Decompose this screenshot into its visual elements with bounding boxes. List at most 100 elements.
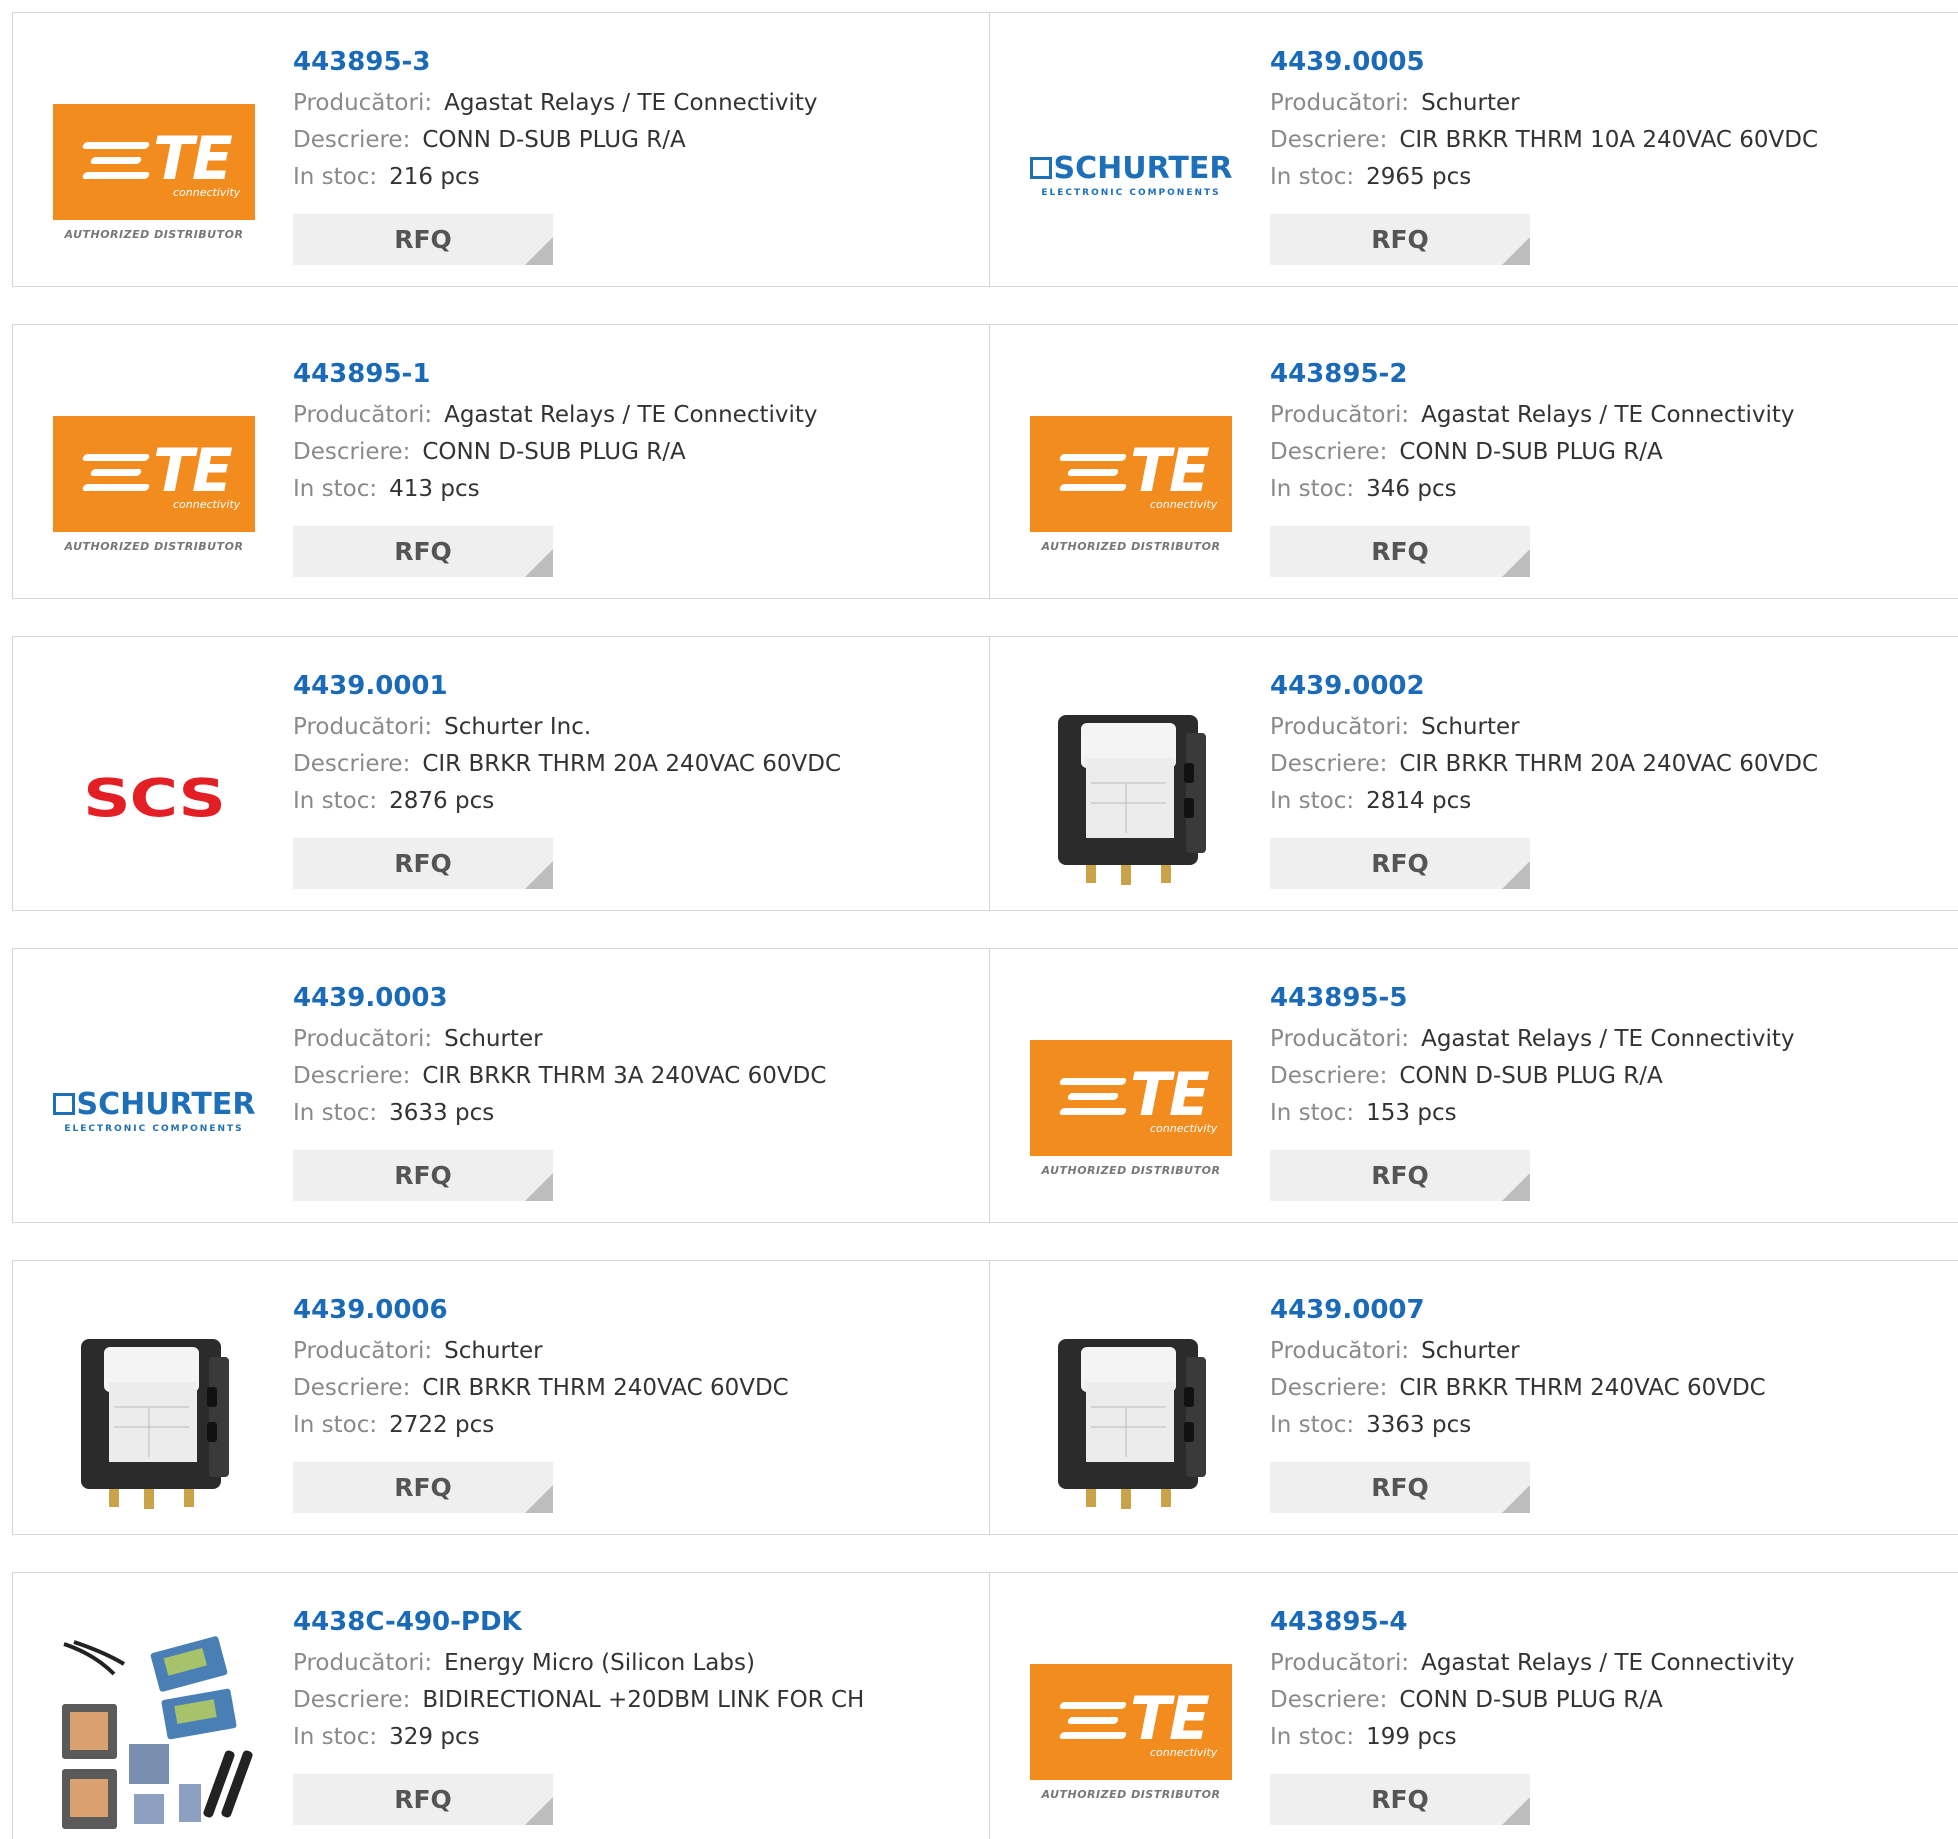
rfq-button[interactable]: RFQ [1270,838,1530,889]
part-number-link[interactable]: 4439.0002 [1270,669,1947,709]
stock-row: In stoc: 3363 pcs [1270,1407,1947,1444]
product-image[interactable] [1030,1321,1232,1523]
manufacturer-value: Agastat Relays / TE Connectivity [1421,1026,1795,1052]
rfq-button[interactable]: RFQ [1270,1462,1530,1513]
product-card: SCHURTER ELECTRONIC COMPONENTS 4439.0005… [989,12,1958,287]
part-number-link[interactable]: 4439.0003 [293,981,970,1021]
part-number-link[interactable]: 443895-1 [293,357,970,397]
rfq-button[interactable]: RFQ [293,1774,553,1825]
rfq-button[interactable]: RFQ [293,526,553,577]
stock-row: In stoc: 2814 pcs [1270,783,1947,820]
manufacturer-value: Agastat Relays / TE Connectivity [444,402,818,428]
rfq-button[interactable]: RFQ [293,1150,553,1201]
stock-value: 2814 pcs [1366,788,1472,814]
description-label: Descriere: [1270,439,1388,465]
product-card: SCS 4439.0001 Producători: Schurter Inc. … [12,636,991,911]
stock-value: 2722 pcs [389,1412,495,1438]
corner-triangle-icon [1502,861,1530,889]
corner-triangle-icon [525,549,553,577]
rfq-label: RFQ [1371,1161,1429,1190]
rfq-button[interactable]: RFQ [1270,526,1530,577]
rfq-button[interactable]: RFQ [293,214,553,265]
corner-triangle-icon [525,1485,553,1513]
schurter-logo: SCHURTER ELECTRONIC COMPONENTS [1029,151,1232,198]
part-number-link[interactable]: 4439.0001 [293,669,970,709]
part-number-link[interactable]: 443895-5 [1270,981,1947,1021]
manufacturer-row: Producători: Schurter [1270,85,1947,122]
product-image[interactable]: TE connectivity AUTHORIZED DISTRIBUTOR [53,385,255,587]
rfq-label: RFQ [394,1473,452,1502]
description-label: Descriere: [1270,127,1388,153]
product-image[interactable]: SCHURTER ELECTRONIC COMPONENTS [1029,73,1232,275]
product-image[interactable]: SCHURTER ELECTRONIC COMPONENTS [52,1009,255,1211]
stock-row: In stoc: 216 pcs [293,159,970,196]
manufacturer-row: Producători: Agastat Relays / TE Connecti… [293,397,970,434]
manufacturer-row: Producători: Agastat Relays / TE Connecti… [1270,1021,1947,1058]
part-number-link[interactable]: 4439.0007 [1270,1293,1947,1333]
product-image[interactable]: SCS [53,697,255,899]
corner-triangle-icon [525,861,553,889]
rfq-button[interactable]: RFQ [293,1462,553,1513]
manufacturer-row: Producători: Agastat Relays / TE Connecti… [293,85,970,122]
product-card: TE connectivity AUTHORIZED DISTRIBUTOR 4… [12,12,991,287]
corner-triangle-icon [1502,1485,1530,1513]
stock-label: In stoc: [1270,1724,1355,1750]
stock-label: In stoc: [293,1724,378,1750]
description-value: CONN D-SUB PLUG R/A [1399,1687,1663,1713]
stock-value: 2876 pcs [389,788,495,814]
description-row: Descriere: CIR BRKR THRM 240VAC 60VDC [1270,1370,1947,1407]
description-row: Descriere: CIR BRKR THRM 240VAC 60VDC [293,1370,970,1407]
product-image[interactable] [1030,697,1232,899]
manufacturer-label: Producători: [293,714,433,740]
rfq-label: RFQ [394,1785,452,1814]
stock-label: In stoc: [1270,476,1355,502]
te-connectivity-logo: TE connectivity AUTHORIZED DISTRIBUTOR [1030,1040,1232,1180]
rfq-button[interactable]: RFQ [1270,1150,1530,1201]
stock-row: In stoc: 2876 pcs [293,783,970,820]
description-value: CIR BRKR THRM 240VAC 60VDC [1399,1375,1766,1401]
description-label: Descriere: [293,751,411,777]
manufacturer-label: Producători: [293,90,433,116]
description-label: Descriere: [293,127,411,153]
product-image[interactable]: TE connectivity AUTHORIZED DISTRIBUTOR [1030,1633,1232,1835]
rfq-button[interactable]: RFQ [1270,214,1530,265]
stock-value: 3633 pcs [389,1100,495,1126]
te-connectivity-logo: TE connectivity AUTHORIZED DISTRIBUTOR [53,416,255,556]
manufacturer-label: Producători: [293,402,433,428]
product-card: TE connectivity AUTHORIZED DISTRIBUTOR 4… [989,1572,1958,1839]
product-card: 4439.0006 Producători: Schurter Descriere… [12,1260,991,1535]
part-number-link[interactable]: 443895-3 [293,45,970,85]
manufacturer-label: Producători: [1270,1338,1410,1364]
manufacturer-value: Agastat Relays / TE Connectivity [1421,1650,1795,1676]
product-image[interactable]: TE connectivity AUTHORIZED DISTRIBUTOR [1030,385,1232,587]
product-image[interactable]: TE connectivity AUTHORIZED DISTRIBUTOR [1030,1009,1232,1211]
stock-row: In stoc: 3633 pcs [293,1095,970,1132]
corner-triangle-icon [525,1797,553,1825]
stock-row: In stoc: 199 pcs [1270,1719,1947,1756]
stock-value: 2965 pcs [1366,164,1472,190]
te-connectivity-logo: TE connectivity AUTHORIZED DISTRIBUTOR [1030,1664,1232,1804]
rfq-button[interactable]: RFQ [293,838,553,889]
description-value: BIDIRECTIONAL +20DBM LINK FOR CH [422,1687,865,1713]
manufacturer-value: Schurter [1421,1338,1520,1364]
part-number-link[interactable]: 4439.0006 [293,1293,970,1333]
part-number-link[interactable]: 4438C-490-PDK [293,1605,970,1645]
rfq-label: RFQ [394,225,452,254]
product-image[interactable] [53,1633,255,1835]
description-label: Descriere: [293,1375,411,1401]
product-image[interactable]: TE connectivity AUTHORIZED DISTRIBUTOR [53,73,255,275]
stock-value: 413 pcs [389,476,480,502]
product-image[interactable] [53,1321,255,1523]
part-number-link[interactable]: 443895-2 [1270,357,1947,397]
dev-kit-image [62,1636,253,1829]
manufacturer-label: Producători: [1270,1650,1410,1676]
manufacturer-row: Producători: Schurter [293,1021,970,1058]
part-number-link[interactable]: 443895-4 [1270,1605,1947,1645]
manufacturer-label: Producători: [293,1026,433,1052]
product-card: 4438C-490-PDK Producători: Energy Micro (… [12,1572,991,1839]
manufacturer-value: Schurter Inc. [444,714,592,740]
stock-value: 329 pcs [389,1724,480,1750]
part-number-link[interactable]: 4439.0005 [1270,45,1947,85]
rfq-button[interactable]: RFQ [1270,1774,1530,1825]
description-label: Descriere: [1270,1063,1388,1089]
